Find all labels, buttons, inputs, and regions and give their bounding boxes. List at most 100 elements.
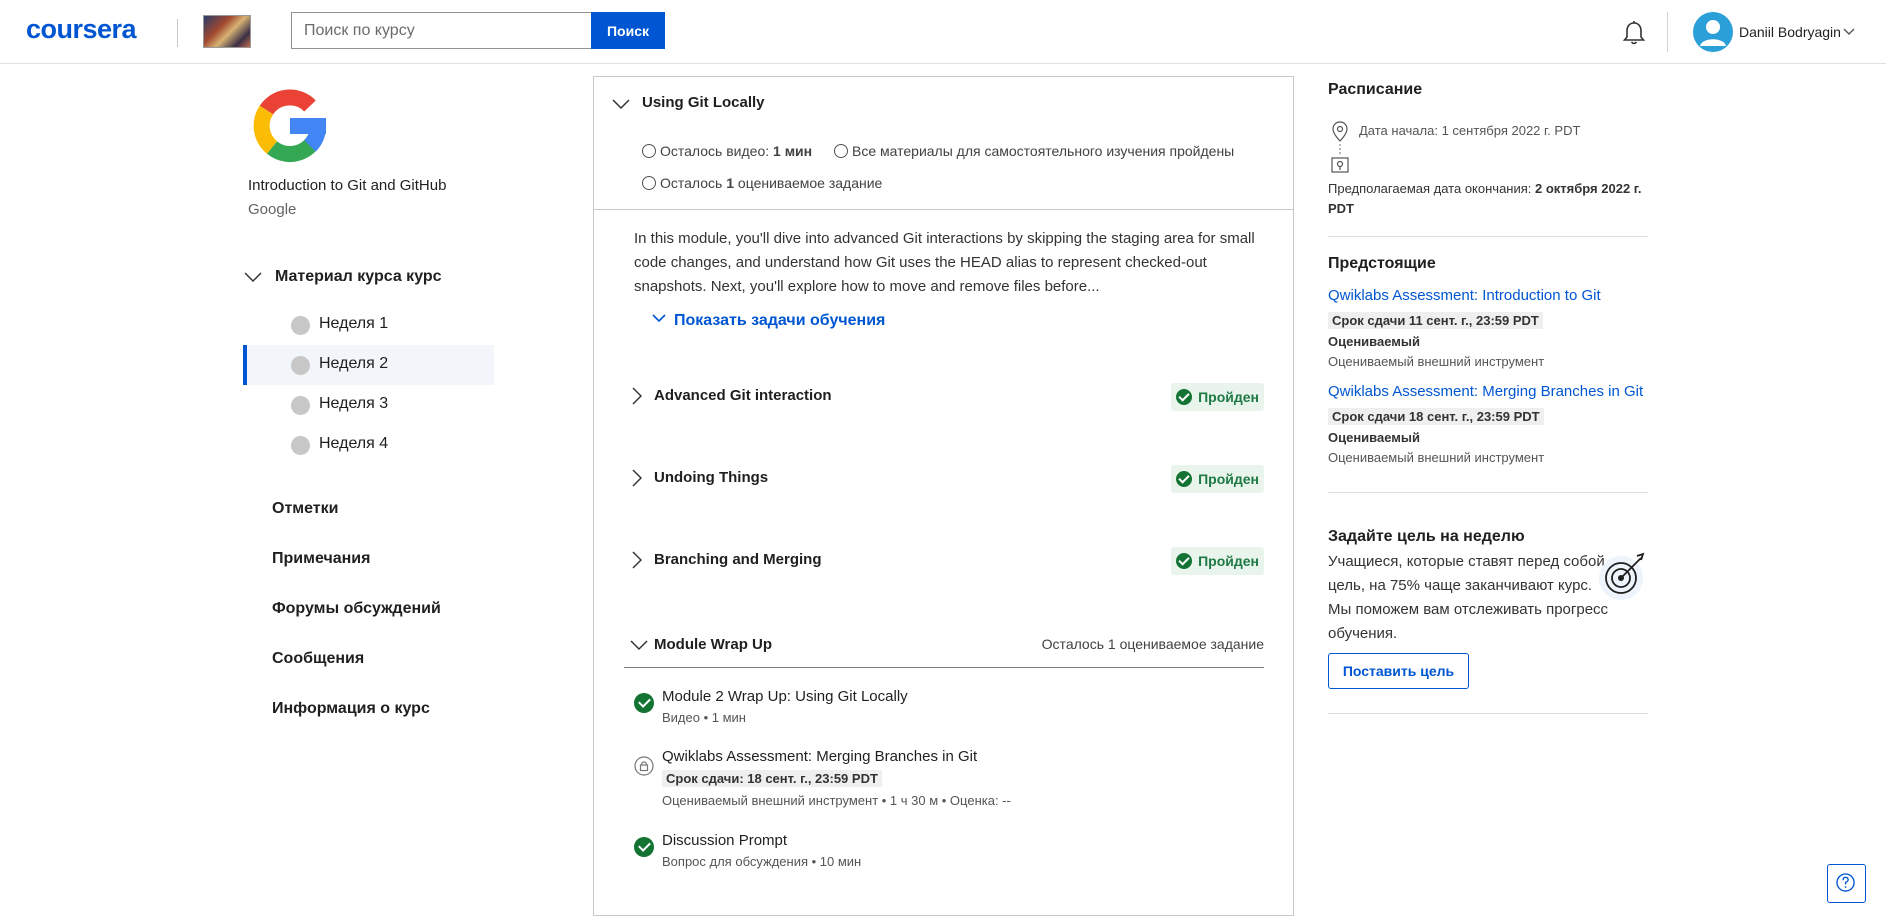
chevron-right-icon: [632, 469, 642, 487]
lesson-advanced-git-interaction[interactable]: Advanced Git interaction Пройден: [624, 377, 1264, 417]
top-header: coursera Поиск Daniil Bodryagin: [0, 0, 1886, 64]
module-header[interactable]: Using Git Locally Осталось видео: 1 мин …: [594, 77, 1293, 210]
set-goal-button[interactable]: Поставить цель: [1328, 653, 1469, 689]
show-learning-objectives-link[interactable]: Показать задачи обучения: [652, 312, 885, 330]
search-button[interactable]: Поиск: [591, 12, 665, 49]
partner-image: [203, 15, 251, 48]
chevron-down-icon: [612, 99, 630, 110]
item-subtitle: Видео • 1 мин: [662, 710, 746, 725]
graded-remaining-text: Осталось 1 оцениваемое задание: [1041, 636, 1264, 652]
sidebar-item-week-4[interactable]: Неделя 4: [243, 425, 494, 465]
sidebar-item-week-3[interactable]: Неделя 3: [243, 385, 494, 425]
help-button[interactable]: [1827, 864, 1866, 903]
item-title[interactable]: Qwiklabs Assessment: Merging Branches in…: [662, 748, 977, 765]
completed-badge: Пройден: [1171, 547, 1264, 575]
course-search-input[interactable]: [291, 12, 591, 49]
due-date-badge: Срок сдачи: 18 сент. г., 23:59 PDT: [662, 770, 882, 787]
user-avatar-icon[interactable]: [1693, 12, 1733, 52]
check-circle-icon: [634, 837, 654, 857]
lesson-title: Branching and Merging: [654, 551, 822, 568]
weekly-goal-text: Учащиеся, которые ставят перед собой цел…: [1328, 553, 1609, 642]
completed-badge: Пройден: [1171, 465, 1264, 493]
week-label: Неделя 3: [319, 395, 389, 412]
module-description: In this module, you'll dive into advance…: [634, 230, 1255, 295]
sidebar-link-grades[interactable]: Отметки: [272, 500, 338, 518]
chevron-down-icon: [244, 272, 262, 283]
coursera-logo[interactable]: coursera: [26, 14, 137, 45]
divider: [1328, 236, 1648, 237]
chevron-right-icon: [632, 387, 642, 405]
graded-assignment-icon: [642, 176, 656, 190]
map-pin-icon: [1331, 121, 1349, 173]
upcoming-item-link[interactable]: Qwiklabs Assessment: Merging Branches in…: [1328, 383, 1643, 400]
item-subtitle: Вопрос для обсуждения • 10 мин: [662, 854, 862, 869]
graded-remaining: Осталось 1 оцениваемое задание: [642, 175, 882, 191]
sidebar-link-forums[interactable]: Форумы обсуждений: [272, 600, 441, 618]
lesson-title: Undoing Things: [654, 469, 769, 486]
item-title[interactable]: Module 2 Wrap Up: Using Git Locally: [662, 688, 908, 705]
target-icon: [1599, 552, 1645, 600]
videos-remaining: Осталось видео: 1 мин: [642, 143, 812, 159]
help-icon: [1836, 873, 1855, 892]
list-item[interactable]: Discussion Prompt Вопрос для обсуждения …: [634, 832, 1254, 878]
chevron-down-icon[interactable]: [1843, 28, 1855, 36]
check-circle-icon: [634, 693, 654, 713]
check-circle-icon: [1176, 471, 1193, 487]
estimated-end-date: Предполагаемая дата окончания: 2 октября…: [1328, 181, 1642, 216]
upcoming-heading: Предстоящие: [1328, 255, 1436, 272]
sidebar-link-course-info[interactable]: Информация о курс: [272, 700, 430, 718]
lesson-module-wrap-up[interactable]: Module Wrap Up Осталось 1 оцениваемое за…: [624, 626, 1264, 668]
progress-dot-icon: [291, 316, 310, 335]
list-item[interactable]: Qwiklabs Assessment: Merging Branches in…: [634, 748, 1254, 816]
chevron-right-icon: [632, 551, 642, 569]
progress-dot-icon: [291, 356, 310, 375]
sidebar-link-messages[interactable]: Сообщения: [272, 650, 364, 668]
lesson-title: Advanced Git interaction: [654, 387, 832, 404]
weekly-goal-heading: Задайте цель на неделю: [1328, 528, 1525, 545]
lesson-undoing-things[interactable]: Undoing Things Пройден: [624, 459, 1264, 499]
lock-icon: [634, 756, 654, 776]
header-divider: [1667, 12, 1668, 52]
lesson-branching-and-merging[interactable]: Branching and Merging Пройден: [624, 541, 1264, 581]
item-type-description: Оцениваемый внешний инструмент: [1328, 354, 1545, 369]
sidebar-link-notes[interactable]: Примечания: [272, 550, 370, 568]
logo-divider: [177, 19, 178, 47]
course-organization: Google: [248, 201, 297, 218]
upcoming-item-link[interactable]: Qwiklabs Assessment: Introduction to Git: [1328, 287, 1601, 304]
chevron-down-icon: [630, 640, 648, 651]
user-name[interactable]: Daniil Bodryagin: [1739, 24, 1841, 40]
check-circle-icon: [1176, 553, 1193, 569]
progress-dot-icon: [291, 436, 310, 455]
week-label: Неделя 1: [319, 315, 389, 332]
graded-label: Оцениваемый: [1328, 430, 1420, 445]
reading-icon: [834, 144, 848, 158]
due-date-badge: Срок сдачи 11 сент. г., 23:59 PDT: [1328, 312, 1543, 329]
item-type-description: Оцениваемый внешний инструмент: [1328, 450, 1545, 465]
course-material-label: Материал курса курс: [275, 268, 442, 285]
completed-badge: Пройден: [1171, 383, 1264, 411]
list-item[interactable]: Module 2 Wrap Up: Using Git Locally Виде…: [634, 688, 1254, 734]
start-date: Дата начала: 1 сентября 2022 г. PDT: [1359, 123, 1581, 138]
chevron-down-icon: [652, 314, 666, 323]
week-label: Неделя 2: [319, 355, 389, 372]
week-label: Неделя 4: [319, 435, 389, 452]
sidebar-item-week-2[interactable]: Неделя 2: [243, 345, 494, 385]
notification-bell-icon[interactable]: [1619, 18, 1649, 48]
play-circle-icon: [642, 144, 656, 158]
module-title: Using Git Locally: [642, 94, 765, 111]
google-logo-icon: [253, 89, 327, 163]
course-material-toggle[interactable]: Материал курса курс: [244, 266, 524, 292]
course-title[interactable]: Introduction to Git and GitHub: [248, 177, 446, 194]
self-study-status: Все материалы для самостоятельного изуче…: [834, 143, 1234, 159]
divider: [1328, 713, 1648, 714]
check-circle-icon: [1176, 389, 1193, 405]
due-date-badge: Срок сдачи 18 сент. г., 23:59 PDT: [1328, 408, 1544, 425]
divider: [1328, 492, 1648, 493]
item-title[interactable]: Discussion Prompt: [662, 832, 787, 849]
lesson-title: Module Wrap Up: [654, 636, 773, 653]
item-subtitle: Оцениваемый внешний инструмент • 1 ч 30 …: [662, 793, 1011, 808]
progress-dot-icon: [291, 396, 310, 415]
sidebar-item-week-1[interactable]: Неделя 1: [243, 305, 494, 345]
module-card: Using Git Locally Осталось видео: 1 мин …: [593, 76, 1294, 916]
schedule-heading: Расписание: [1328, 81, 1423, 98]
